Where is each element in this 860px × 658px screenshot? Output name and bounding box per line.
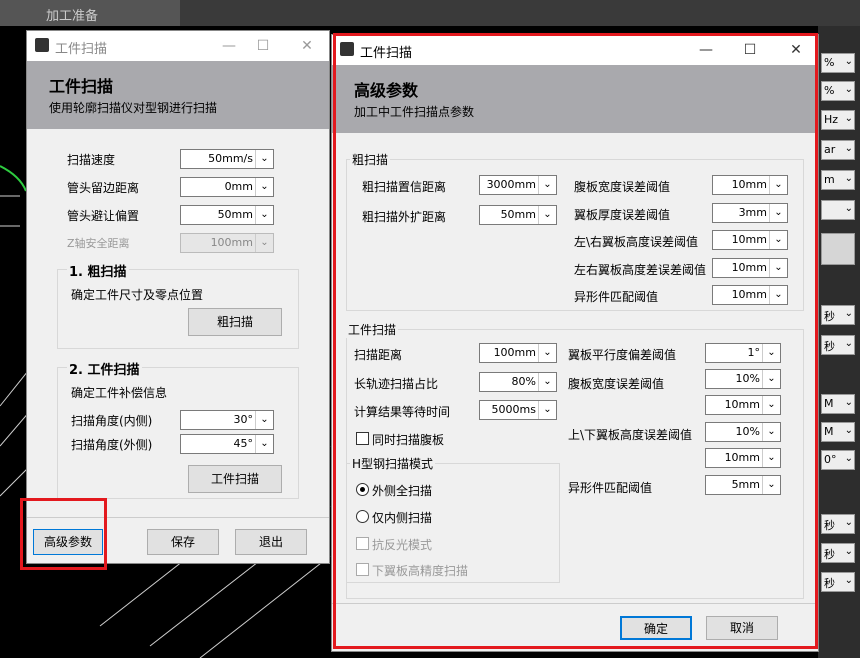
inner-angle-value: 30°: [233, 413, 254, 426]
left-window-title: 工件扫描: [55, 42, 108, 57]
bg-field[interactable]: % ⌄: [821, 81, 855, 101]
bg-field[interactable]: % ⌄: [821, 53, 855, 73]
chevron-down-icon: ⌄: [844, 308, 853, 319]
bg-unit: 0°: [824, 453, 837, 466]
chevron-down-icon: ⌄: [844, 143, 853, 154]
bg-unit: Hz: [824, 113, 839, 126]
bg-unit: m: [824, 173, 835, 186]
left-header-title: 工件扫描: [49, 77, 114, 96]
workpiece-scan-dialog: 工件扫描 — ☐ ✕ 工件扫描 使用轮廓扫描仪对型钢进行扫描 扫描速度 50mm…: [26, 30, 330, 564]
chevron-down-icon: ⌄: [255, 206, 273, 224]
tube-offset-label: 管头避让偏置: [67, 209, 140, 223]
chevron-down-icon: ⌄: [844, 84, 853, 95]
z-safe-select: 100mm ⌄: [180, 233, 274, 253]
minimize-icon[interactable]: —: [215, 34, 243, 58]
rough-scan-title: 1. 粗扫描: [67, 261, 129, 280]
bg-field[interactable]: M ⌄: [821, 394, 855, 414]
bg-field[interactable]: ⌄: [821, 200, 855, 220]
bg-field[interactable]: 秒 ⌄: [821, 543, 855, 563]
bg-unit: %: [824, 56, 835, 69]
bg-field[interactable]: 秒 ⌄: [821, 305, 855, 325]
chevron-down-icon: ⌄: [255, 150, 273, 168]
bg-button[interactable]: [821, 233, 855, 265]
tube-margin-value: 0mm: [224, 180, 253, 193]
bg-field[interactable]: 秒 ⌄: [821, 572, 855, 592]
z-safe-value: 100mm: [210, 236, 253, 249]
bg-field[interactable]: M ⌄: [821, 422, 855, 442]
chevron-down-icon: ⌄: [844, 56, 853, 67]
chevron-down-icon: ⌄: [255, 411, 273, 429]
scan-speed-label: 扫描速度: [67, 153, 116, 167]
bg-field[interactable]: Hz ⌄: [821, 110, 855, 130]
app-icon: [35, 38, 49, 52]
z-safe-label: Z轴安全距离: [67, 237, 130, 250]
left-header-subtitle: 使用轮廓扫描仪对型钢进行扫描: [49, 101, 218, 115]
tab-machining-prep[interactable]: 加工准备: [0, 0, 180, 26]
outer-angle-value: 45°: [233, 437, 254, 450]
inner-angle-label: 扫描角度(内侧): [71, 414, 153, 428]
highlight-advanced-dialog: [333, 33, 818, 649]
bg-unit: M: [824, 425, 834, 438]
tube-offset-value: 50mm: [217, 208, 253, 221]
work-scan-title: 2. 工件扫描: [67, 359, 142, 378]
work-scan-desc: 确定工件补偿信息: [71, 386, 168, 400]
bg-unit: 秒: [824, 577, 835, 590]
chevron-down-icon: ⌄: [844, 453, 853, 464]
chevron-down-icon: ⌄: [844, 517, 853, 528]
exit-button[interactable]: 退出: [235, 529, 307, 555]
chevron-down-icon: ⌄: [255, 435, 273, 453]
highlight-advanced-button: [20, 498, 107, 570]
close-icon[interactable]: ✕: [293, 34, 321, 58]
chevron-down-icon: ⌄: [844, 338, 853, 349]
chevron-down-icon: ⌄: [255, 178, 273, 196]
left-header-banner: 工件扫描 使用轮廓扫描仪对型钢进行扫描: [27, 61, 329, 129]
chevron-down-icon: ⌄: [844, 425, 853, 436]
chevron-down-icon: ⌄: [844, 173, 853, 184]
tube-margin-label: 管头留边距离: [67, 181, 140, 195]
scan-speed-value: 50mm/s: [208, 152, 253, 165]
bg-unit: %: [824, 84, 835, 97]
inner-angle-select[interactable]: 30° ⌄: [180, 410, 274, 430]
app-top-bar: 加工准备: [0, 0, 860, 26]
rough-scan-desc: 确定工件尺寸及零点位置: [71, 288, 204, 302]
chevron-down-icon: ⌄: [255, 234, 273, 252]
chevron-down-icon: ⌄: [844, 575, 853, 586]
bg-unit: 秒: [824, 548, 835, 561]
chevron-down-icon: ⌄: [844, 397, 853, 408]
save-button[interactable]: 保存: [147, 529, 219, 555]
chevron-down-icon: ⌄: [844, 546, 853, 557]
tube-margin-select[interactable]: 0mm ⌄: [180, 177, 274, 197]
bg-field[interactable]: 秒 ⌄: [821, 335, 855, 355]
bg-unit: 秒: [824, 519, 835, 532]
bg-unit: 秒: [824, 340, 835, 353]
outer-angle-select[interactable]: 45° ⌄: [180, 434, 274, 454]
chevron-down-icon: ⌄: [844, 203, 853, 214]
scan-speed-select[interactable]: 50mm/s ⌄: [180, 149, 274, 169]
left-title-bar: 工件扫描 — ☐ ✕: [27, 31, 329, 61]
bg-field[interactable]: m ⌄: [821, 170, 855, 190]
work-scan-button[interactable]: 工件扫描: [188, 465, 282, 493]
bg-unit: M: [824, 397, 834, 410]
tube-offset-select[interactable]: 50mm ⌄: [180, 205, 274, 225]
bg-field[interactable]: ar ⌄: [821, 140, 855, 160]
maximize-icon[interactable]: ☐: [249, 34, 277, 58]
bg-field[interactable]: 0° ⌄: [821, 450, 855, 470]
bg-unit: 秒: [824, 310, 835, 323]
outer-angle-label: 扫描角度(外侧): [71, 438, 153, 452]
bg-field[interactable]: 秒 ⌄: [821, 514, 855, 534]
bg-unit: ar: [824, 143, 836, 156]
rough-scan-button[interactable]: 粗扫描: [188, 308, 282, 336]
chevron-down-icon: ⌄: [844, 113, 853, 124]
